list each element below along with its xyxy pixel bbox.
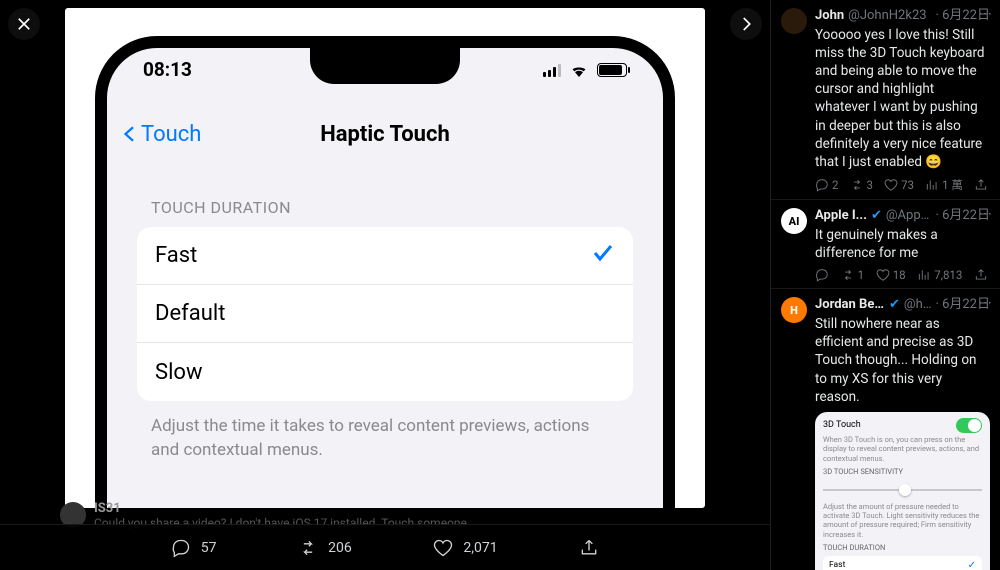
retweet-count[interactable]: 1 — [841, 268, 864, 282]
reply-count[interactable] — [815, 268, 829, 282]
more-icon[interactable]: ⋯ — [978, 295, 992, 311]
like-button[interactable]: 2,071 — [433, 538, 497, 558]
avatar[interactable]: AI — [781, 208, 807, 234]
close-button[interactable] — [8, 8, 40, 40]
reply-button[interactable]: 57 — [171, 538, 217, 558]
option-slow[interactable]: Slow — [137, 343, 633, 401]
retweet-count[interactable]: 3 — [850, 177, 873, 193]
back-button[interactable]: Touch — [121, 122, 201, 147]
tweet-handle: @Apple... — [886, 208, 932, 224]
tweet-embed[interactable]: 3D Touch When 3D Touch is on, you can pr… — [815, 412, 990, 570]
verified-icon: ✔ — [871, 208, 882, 224]
avatar[interactable] — [781, 8, 807, 34]
retweet-button[interactable]: 206 — [298, 538, 352, 558]
battery-icon — [597, 63, 627, 77]
section-label: TOUCH DURATION — [151, 198, 619, 217]
underlay-name: IS31 — [94, 501, 467, 516]
tweet-text: It genuinely makes a difference for me — [815, 226, 990, 262]
toggle-icon — [956, 418, 982, 433]
back-label: Touch — [141, 122, 201, 147]
status-time: 08:13 — [143, 58, 192, 81]
status-bar: 08:13 — [107, 58, 663, 81]
share-tweet[interactable] — [974, 177, 988, 193]
avatar[interactable]: H — [781, 297, 807, 323]
tweet-column[interactable]: ⋯ John @JohnH2k23 · 6月22日 Yooooo yes I l… — [770, 0, 1000, 570]
tweet-author[interactable]: John — [815, 8, 844, 24]
share-button[interactable] — [579, 538, 599, 558]
cellular-icon — [543, 63, 561, 77]
image-viewer: 08:13 Touch — [0, 0, 770, 570]
next-button[interactable] — [730, 8, 762, 40]
tweet-author[interactable]: Apple I... — [815, 208, 867, 224]
tweet-text: Yooooo yes I love this! Still miss the 3… — [815, 26, 990, 172]
option-default[interactable]: Default — [137, 285, 633, 343]
views-count[interactable]: 1 萬 — [925, 177, 963, 193]
wifi-icon — [569, 63, 589, 77]
option-fast[interactable]: Fast — [137, 227, 633, 285]
image-area: 08:13 Touch — [0, 0, 770, 570]
tweet-handle: @JohnH2k23 — [848, 8, 931, 24]
share-tweet[interactable] — [974, 268, 988, 282]
tweet-text: Still nowhere near as efficient and prec… — [815, 315, 990, 406]
checkmark-icon — [591, 241, 615, 271]
like-count[interactable]: 73 — [884, 177, 914, 193]
like-count[interactable]: 18 — [876, 268, 906, 282]
reply-count[interactable]: 2 — [815, 177, 838, 193]
tweet-handle: @ha... — [904, 297, 932, 313]
tweet[interactable]: ⋯ H Jordan Be... ✔ @ha... · 6月22日 Still … — [771, 289, 1000, 570]
section-footer: Adjust the time it takes to reveal conte… — [151, 415, 619, 463]
views-count[interactable]: 7,813 — [917, 268, 962, 282]
option-list: Fast Default Slow — [137, 227, 633, 401]
tweet-author[interactable]: Jordan Be... — [815, 297, 885, 313]
tweet-metrics: 1 18 7,813 — [815, 268, 990, 282]
more-icon[interactable]: ⋯ — [978, 6, 992, 22]
tweet[interactable]: ⋯ John @JohnH2k23 · 6月22日 Yooooo yes I l… — [771, 0, 1000, 200]
tweet-metrics: 2 3 73 1 萬 — [815, 177, 990, 193]
tweet[interactable]: ⋯ AI Apple I... ✔ @Apple... · 6月22日 It g… — [771, 200, 1000, 289]
screenshot: 08:13 Touch — [65, 8, 705, 508]
verified-icon: ✔ — [889, 297, 900, 313]
more-icon[interactable]: ⋯ — [978, 206, 992, 222]
action-bar: 57 206 2,071 — [0, 524, 770, 570]
